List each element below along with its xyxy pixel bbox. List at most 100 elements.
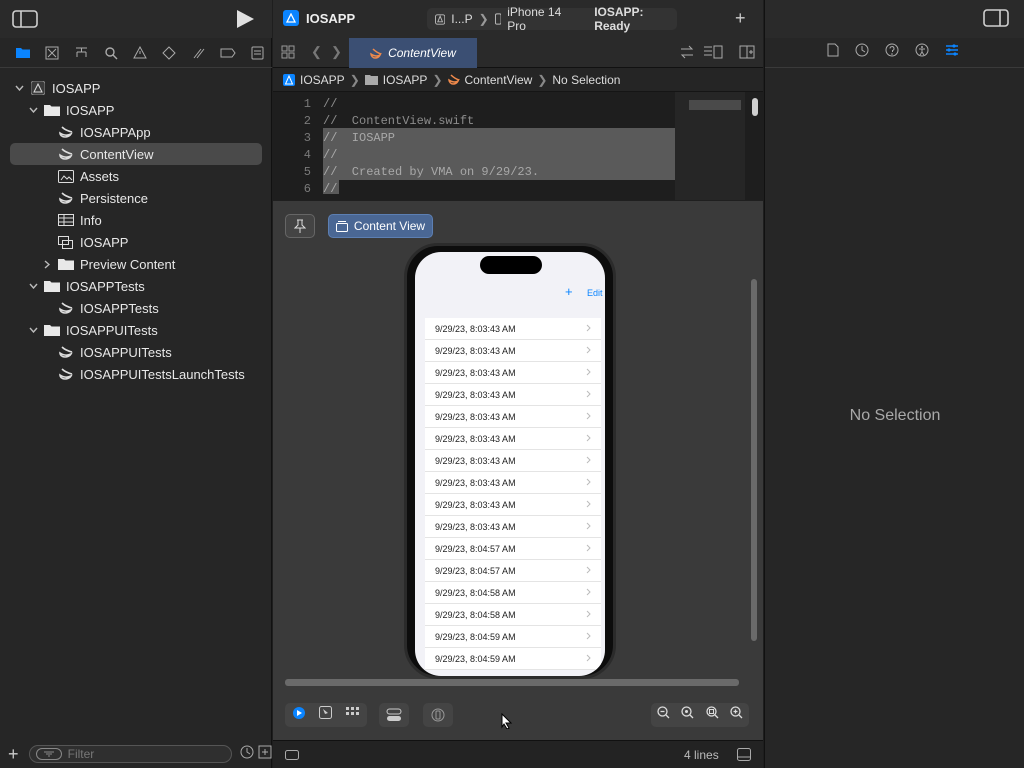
run-button[interactable] (226, 7, 264, 31)
list-item[interactable]: 9/29/23, 8:03:43 AM (425, 318, 601, 340)
list-item[interactable]: 9/29/23, 8:03:43 AM (425, 450, 601, 472)
swift-icon (370, 47, 383, 59)
preview-vertical-scrollbar[interactable] (751, 279, 757, 641)
list-item[interactable]: 9/29/23, 8:04:57 AM (425, 560, 601, 582)
inspector-toggle-icon[interactable] (983, 9, 1009, 32)
list-item[interactable]: 9/29/23, 8:03:43 AM (425, 428, 601, 450)
tree-item[interactable]: IOSAPP (0, 99, 114, 121)
source-control-tab-icon[interactable] (37, 39, 66, 67)
chevron-down-icon[interactable] (28, 105, 38, 115)
list-item[interactable]: 9/29/23, 8:03:43 AM (425, 340, 601, 362)
zoom-out-icon[interactable] (657, 706, 670, 724)
tree-item[interactable]: IOSAPPUITestsLaunchTests (0, 363, 245, 385)
tree-item[interactable]: IOSAPPApp (0, 121, 151, 143)
selectable-mode-icon[interactable] (319, 706, 333, 724)
editor-area: IOSAPP I...P ❯ iPhone 14 Pro IOSAPP: Rea… (273, 0, 763, 768)
list-item[interactable]: 9/29/23, 8:04:58 AM (425, 582, 601, 604)
tree-item[interactable]: Preview Content (0, 253, 175, 275)
list-item[interactable]: 9/29/23, 8:03:43 AM (425, 472, 601, 494)
breadcrumb-selection[interactable]: No Selection (552, 73, 620, 87)
chevron-right-icon[interactable] (42, 259, 52, 269)
asset-catalog-icon (58, 169, 74, 183)
code-line[interactable]: // Created by VMA on 9/29/23. (323, 165, 539, 179)
tree-item[interactable]: ContentView (10, 143, 262, 165)
preview-tab-content-view[interactable]: Content View (328, 214, 433, 238)
editor-options-icon[interactable] (703, 45, 723, 64)
minimap[interactable] (675, 92, 745, 200)
related-items-icon[interactable] (281, 45, 295, 64)
add-tab-icon[interactable]: + (735, 8, 746, 29)
sidebar-toggle-icon[interactable] (10, 9, 40, 29)
source-editor[interactable]: 1 // 2 // ContentView.swift 3 // IOSAPP 4 // 5 //… (273, 92, 763, 200)
tree-item[interactable]: Info (0, 209, 102, 231)
code-line[interactable]: // (323, 97, 337, 111)
list-item[interactable]: 9/29/23, 8:04:59 AM (425, 626, 601, 648)
issues-tab-icon[interactable] (125, 39, 154, 67)
recent-files-icon[interactable] (240, 745, 254, 764)
tree-item[interactable]: Assets (0, 165, 119, 187)
tree-item-label: IOSAPPUITests (80, 344, 172, 360)
file-inspector-icon[interactable] (827, 43, 839, 62)
tree-item[interactable]: IOSAPPTests (0, 297, 159, 319)
filter-scope-icon[interactable] (258, 745, 272, 764)
debug-area-toggle-icon[interactable] (737, 748, 751, 764)
tab-contentview[interactable]: ContentView (349, 38, 477, 68)
tree-item[interactable]: IOSAPPUITests (0, 341, 172, 363)
list-item[interactable]: 9/29/23, 8:03:43 AM (425, 384, 601, 406)
find-tab-icon[interactable] (96, 39, 125, 67)
accessibility-inspector-icon[interactable] (915, 43, 929, 62)
zoom-fit-icon[interactable] (706, 706, 719, 724)
attributes-inspector-icon[interactable] (945, 43, 959, 62)
list-item[interactable]: 9/29/23, 8:03:43 AM (425, 362, 601, 384)
breadcrumb-group[interactable]: IOSAPP (383, 73, 428, 87)
folder-tab-icon[interactable] (8, 39, 37, 67)
variants-icon[interactable] (346, 706, 360, 724)
code-scrollbar[interactable] (752, 98, 758, 116)
pin-preview-button[interactable] (285, 214, 315, 238)
list-item[interactable]: 9/29/23, 8:04:57 AM (425, 538, 601, 560)
chevron-down-icon[interactable] (28, 325, 38, 335)
filter-field[interactable]: Filter (28, 745, 232, 763)
preview-device-button[interactable] (423, 703, 453, 727)
swap-icon[interactable] (680, 45, 694, 64)
minimap-toggle-icon[interactable] (285, 749, 299, 763)
filter-options-icon[interactable] (35, 748, 62, 760)
code-line[interactable]: // IOSAPP (323, 131, 395, 145)
list-item[interactable]: 9/29/23, 8:03:43 AM (425, 494, 601, 516)
help-inspector-icon[interactable] (885, 43, 899, 62)
chevron-down-icon[interactable] (28, 281, 38, 291)
chevron-down-icon[interactable] (14, 83, 24, 93)
tree-item[interactable]: IOSAPPTests (0, 275, 145, 297)
tests-tab-icon[interactable] (155, 39, 184, 67)
list-item[interactable]: 9/29/23, 8:03:43 AM (425, 516, 601, 538)
breadcrumb-project[interactable]: IOSAPP (300, 73, 345, 87)
tree-item[interactable]: Persistence (0, 187, 148, 209)
tree-item[interactable]: IOSAPP (0, 231, 128, 253)
add-icon[interactable]: + (8, 744, 21, 765)
split-editor-icon[interactable] (739, 45, 755, 64)
forward-icon[interactable]: ❯ (331, 44, 342, 60)
history-inspector-icon[interactable] (855, 43, 869, 62)
add-item-button[interactable]: + (565, 284, 573, 299)
device-settings-button[interactable] (379, 703, 409, 727)
live-mode-icon[interactable] (292, 706, 306, 725)
list-item[interactable]: 9/29/23, 8:04:59 AM (425, 648, 601, 670)
code-line[interactable]: // (323, 182, 337, 196)
reports-tab-icon[interactable] (243, 39, 272, 67)
preview-horizontal-scrollbar[interactable] (285, 679, 739, 686)
code-line[interactable]: // (323, 148, 337, 162)
zoom-in-icon[interactable] (730, 706, 743, 724)
tree-item[interactable]: IOSAPP (0, 77, 100, 99)
breadcrumb-file[interactable]: ContentView (465, 73, 533, 87)
debug-tab-icon[interactable] (184, 39, 213, 67)
zoom-actual-icon[interactable] (681, 706, 694, 724)
back-icon[interactable]: ❮ (311, 44, 322, 60)
list-item[interactable]: 9/29/23, 8:03:43 AM (425, 406, 601, 428)
edit-button[interactable]: Edit (587, 288, 603, 298)
tree-item[interactable]: IOSAPPUITests (0, 319, 158, 341)
code-line[interactable]: // ContentView.swift (323, 114, 474, 128)
scheme-selector[interactable]: I...P ❯ iPhone 14 Pro IOSAPP: Ready (427, 5, 677, 33)
breakpoints-tab-icon[interactable] (213, 39, 242, 67)
hierarchy-tab-icon[interactable] (67, 39, 96, 67)
list-item[interactable]: 9/29/23, 8:04:58 AM (425, 604, 601, 626)
